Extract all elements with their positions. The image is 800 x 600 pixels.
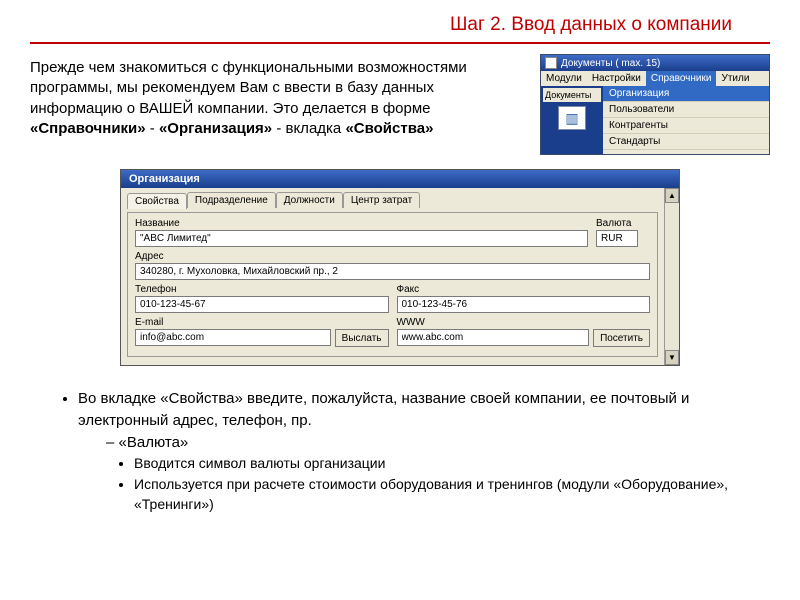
menu-item-active[interactable]: Справочники <box>646 71 717 86</box>
dropdown-item[interactable]: Пользователи <box>603 102 769 118</box>
tab-properties[interactable]: Свойства <box>127 193 187 209</box>
menu-screenshot: Документы ( max. 15) Модули Настройки Сп… <box>540 54 770 155</box>
label-address: Адрес <box>135 251 650 262</box>
input-phone[interactable] <box>135 296 389 313</box>
tab-costcenter[interactable]: Центр затрат <box>343 192 420 208</box>
label-www: WWW <box>397 317 651 328</box>
mini-left-label: Документы <box>543 88 601 102</box>
intro-b1: «Справочники» <box>30 120 146 137</box>
scroll-track[interactable] <box>665 203 679 350</box>
bullet-list: Во вкладке «Свойства» введите, пожалуйст… <box>0 366 800 514</box>
dialog-scrollbar[interactable]: ▲ ▼ <box>664 188 679 365</box>
label-phone: Телефон <box>135 284 389 295</box>
dialog-title: Организация <box>121 170 679 188</box>
page-title: Шаг 2. Ввод данных о компании <box>30 0 770 44</box>
input-name[interactable] <box>135 230 588 247</box>
intro-text: Прежде чем знакомиться с функциональными… <box>30 54 528 155</box>
dropdown-item-active[interactable]: Организация <box>603 86 769 102</box>
mini-menubar: Модули Настройки Справочники Утили <box>541 71 769 86</box>
tab-positions[interactable]: Должности <box>276 192 343 208</box>
dropdown-item[interactable]: Стандарты <box>603 134 769 150</box>
input-email[interactable] <box>135 329 331 346</box>
scroll-down-icon[interactable]: ▼ <box>665 350 679 365</box>
intro-pre: Прежде чем знакомиться с функциональными… <box>30 59 467 117</box>
tab-dept[interactable]: Подразделение <box>187 192 276 208</box>
input-fax[interactable] <box>397 296 651 313</box>
label-fax: Факс <box>397 284 651 295</box>
send-button[interactable]: Выслать <box>335 329 389 347</box>
input-currency[interactable] <box>596 230 638 247</box>
org-dialog: Организация Свойства Подразделение Должн… <box>120 169 680 366</box>
mini-dropdown: Организация Пользователи Контрагенты Ста… <box>603 86 769 154</box>
mini-title: Документы ( max. 15) <box>561 58 660 69</box>
scroll-up-icon[interactable]: ▲ <box>665 188 679 203</box>
menu-item[interactable]: Настройки <box>587 71 646 86</box>
bullet-l3b: Используется при расчете стоимости обору… <box>134 474 740 515</box>
input-address[interactable] <box>135 263 650 280</box>
folder-icon: ▥ <box>558 106 586 130</box>
intro-b3: «Свойства» <box>345 120 433 137</box>
label-email: E-mail <box>135 317 389 328</box>
dialog-tabs: Свойства Подразделение Должности Центр з… <box>127 192 658 208</box>
doc-icon <box>545 57 557 69</box>
mini-titlebar: Документы ( max. 15) <box>541 55 769 71</box>
mini-left-panel: Документы ▥ <box>541 86 603 154</box>
menu-item[interactable]: Модули <box>541 71 587 86</box>
dropdown-item[interactable]: Контрагенты <box>603 118 769 134</box>
intro-b2: «Организация» <box>159 120 272 137</box>
label-name: Название <box>135 218 588 229</box>
label-currency: Валюта <box>596 218 650 229</box>
menu-item[interactable]: Утили <box>716 71 754 86</box>
visit-button[interactable]: Посетить <box>593 329 650 347</box>
dialog-panel: Название Валюта Адрес Телефон <box>127 212 658 357</box>
bullet-l2: «Валюта» <box>106 432 740 454</box>
bullet-l1: Во вкладке «Свойства» введите, пожалуйст… <box>78 388 740 432</box>
bullet-l3a: Вводится символ валюты организации <box>134 453 740 473</box>
input-www[interactable] <box>397 329 590 346</box>
